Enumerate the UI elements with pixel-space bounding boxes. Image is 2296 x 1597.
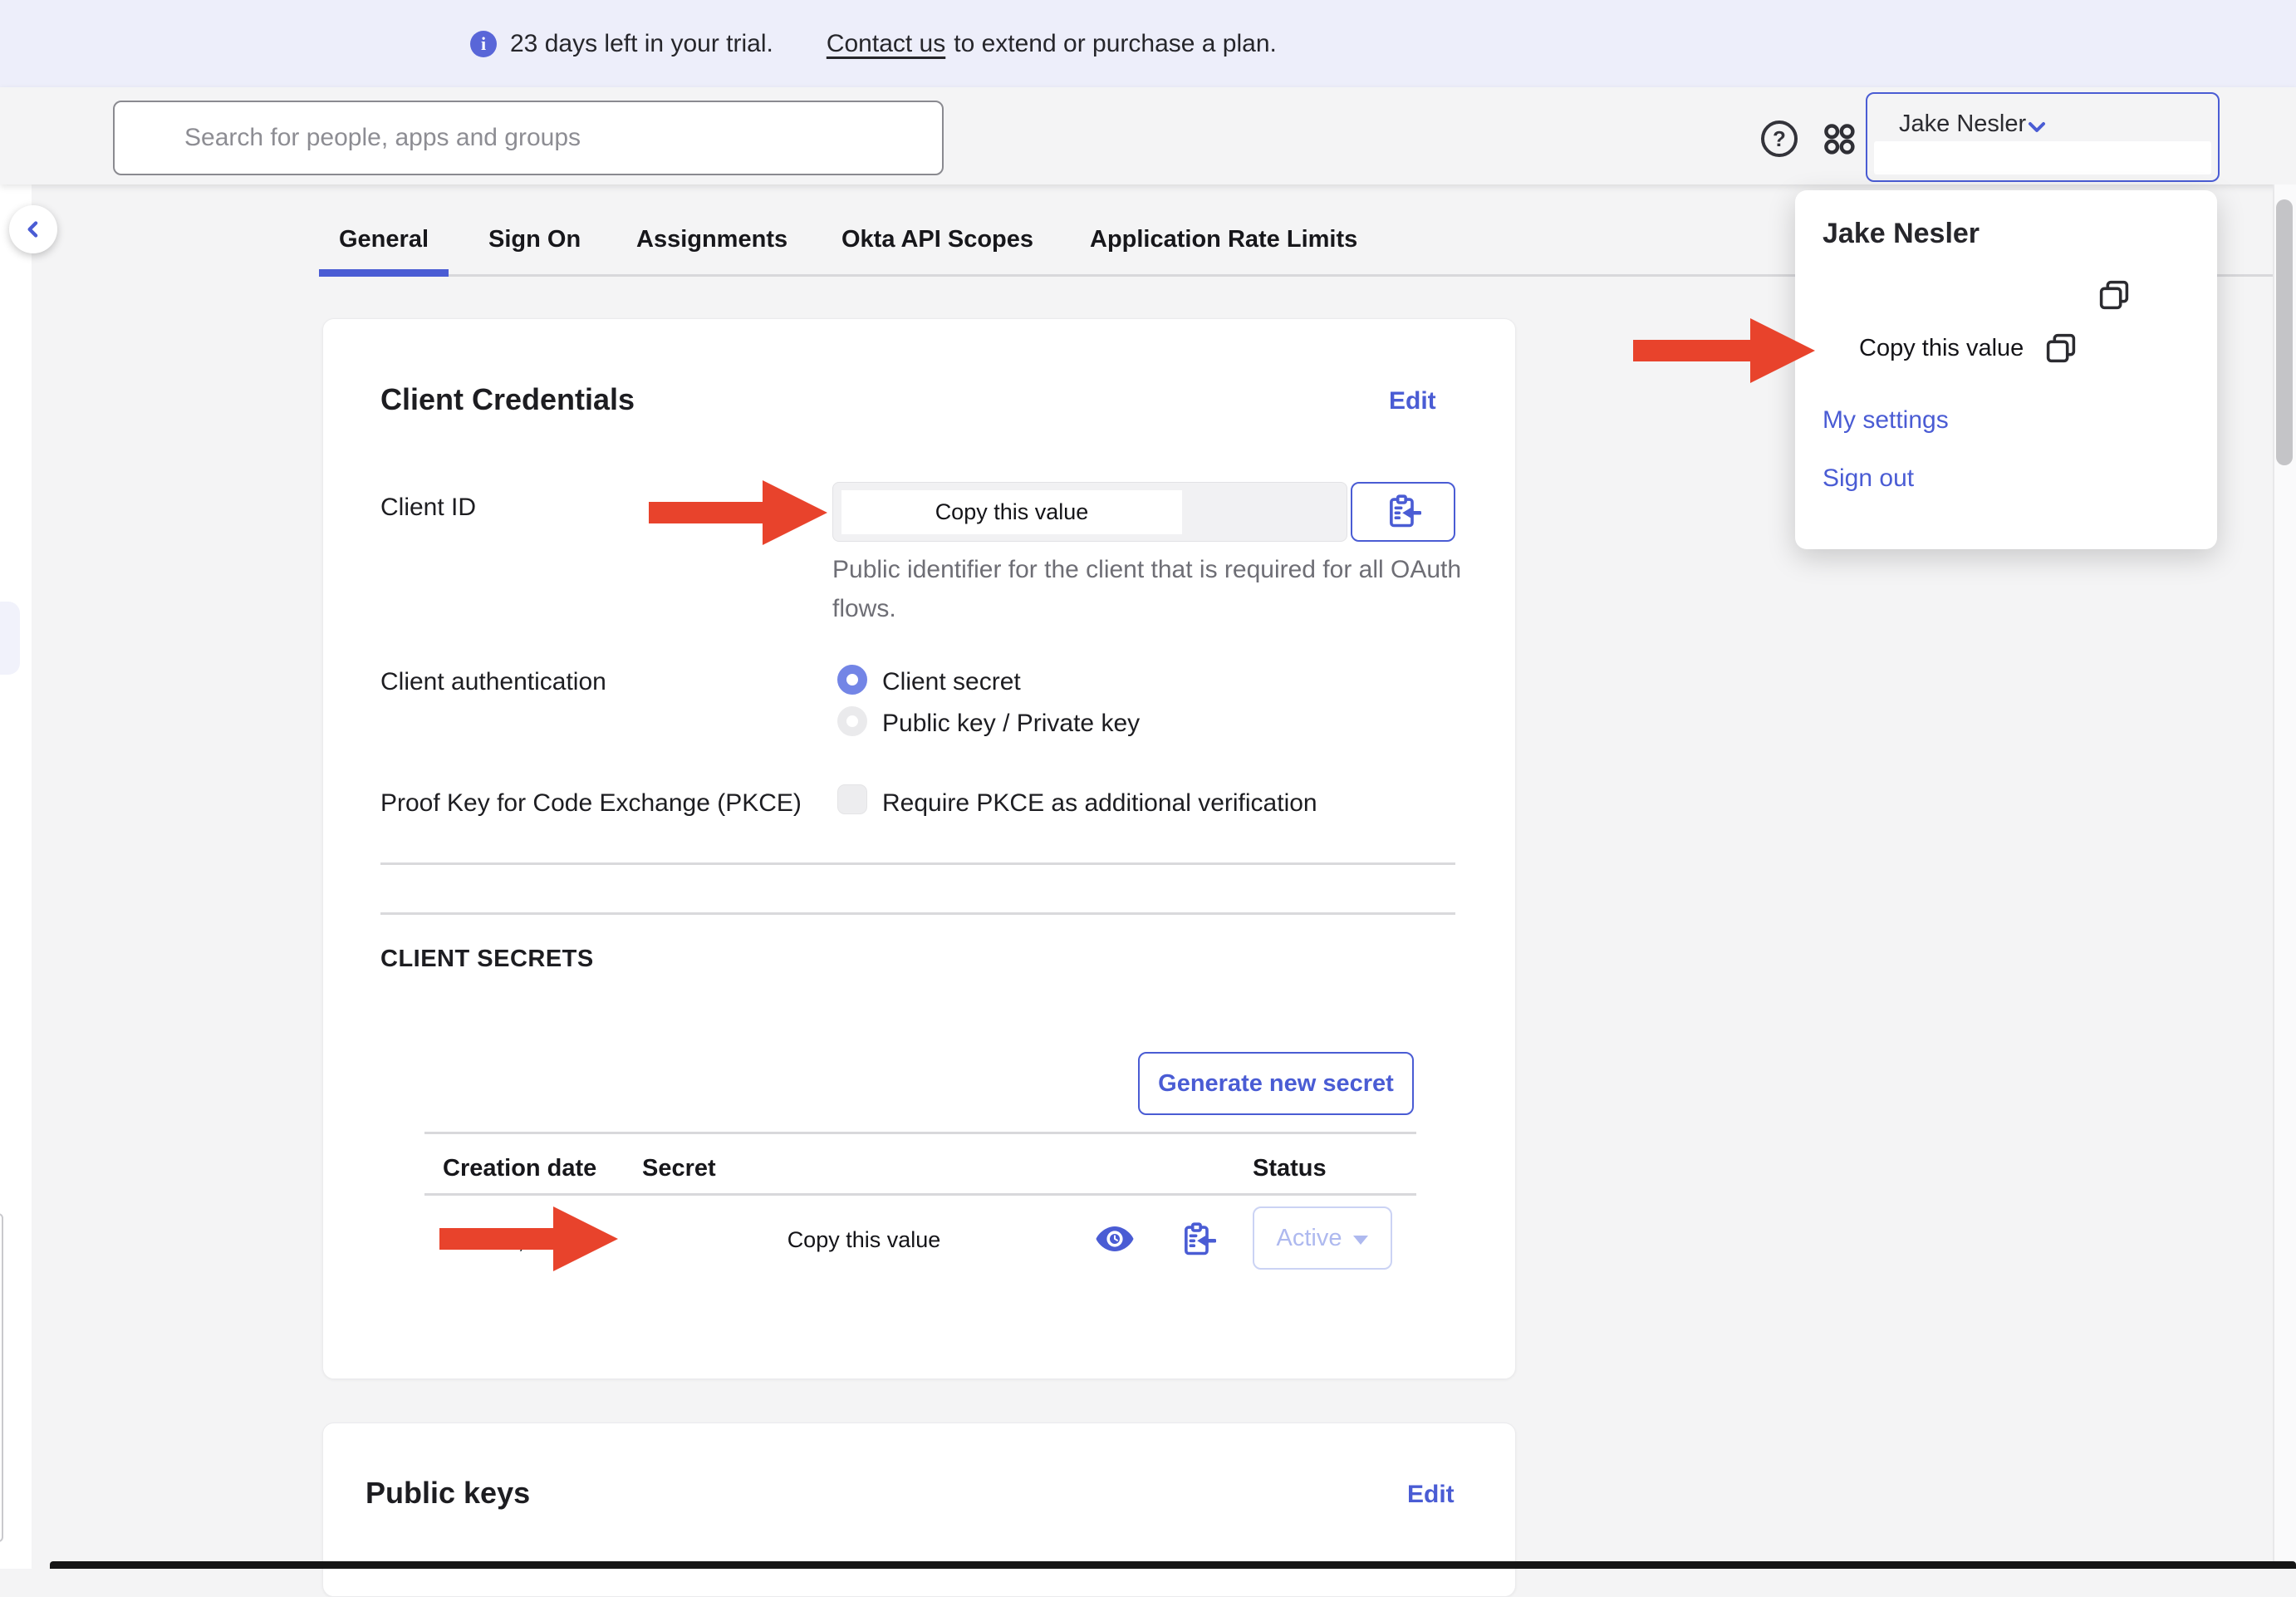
clipboard-copy-icon: [1385, 494, 1421, 530]
public-keys-edit-link[interactable]: Edit: [1407, 1481, 1455, 1509]
column-header-secret: Secret: [642, 1155, 716, 1182]
client-secrets-title: CLIENT SECRETS: [380, 946, 594, 973]
caret-down-icon: [1353, 1236, 1368, 1245]
copy-icon: [2097, 278, 2131, 312]
copy-icon: [2044, 332, 2078, 365]
copy-value-button[interactable]: [2044, 332, 2078, 365]
client-id-help-text: Public identifier for the client that is…: [832, 550, 1505, 628]
active-tab-indicator: [319, 269, 449, 277]
help-icon: ?: [1759, 119, 1799, 159]
chevron-left-icon: [21, 217, 46, 242]
pkce-option-label: Require PKCE as additional verification: [882, 789, 1317, 818]
tab-assignments[interactable]: Assignments: [636, 226, 787, 253]
search-input[interactable]: [113, 101, 944, 175]
radio-public-private-key[interactable]: [837, 706, 867, 736]
pkce-label: Proof Key for Code Exchange (PKCE): [380, 789, 802, 818]
client-id-redaction: Copy this value: [841, 490, 1182, 534]
sidebar-active-item[interactable]: [0, 602, 20, 675]
trial-banner-text: 23 days left in your trial.: [510, 30, 773, 58]
table-header-border: [424, 1193, 1416, 1196]
column-header-status: Status: [1253, 1155, 1327, 1182]
info-icon: i: [470, 31, 497, 57]
tab-sign-on[interactable]: Sign On: [488, 226, 581, 253]
eye-icon: [1095, 1225, 1135, 1253]
copy-secret-button[interactable]: [1180, 1221, 1216, 1258]
apps-grid-button[interactable]: [1819, 119, 1859, 159]
column-header-creation-date: Creation date: [443, 1155, 596, 1182]
client-credentials-title: Client Credentials: [380, 382, 635, 417]
generate-new-secret-button[interactable]: Generate new secret: [1138, 1052, 1414, 1115]
section-divider: [380, 862, 1455, 865]
secret-value-redaction: Copy this value: [773, 1221, 955, 1258]
copy-client-id-button[interactable]: [1351, 482, 1455, 542]
offscreen-panel-edge: [0, 1213, 3, 1542]
sign-out-link[interactable]: Sign out: [1823, 464, 1914, 493]
table-top-border: [424, 1132, 1416, 1134]
radio-client-secret-label: Client secret: [882, 668, 1021, 696]
client-id-label: Client ID: [380, 494, 476, 522]
help-button[interactable]: ?: [1759, 119, 1799, 159]
window-bottom-edge: [50, 1561, 2296, 1569]
tab-application-rate-limits[interactable]: Application Rate Limits: [1090, 226, 1357, 253]
tab-okta-api-scopes[interactable]: Okta API Scopes: [841, 226, 1033, 253]
radio-public-private-key-label: Public key / Private key: [882, 710, 1140, 738]
radio-client-secret[interactable]: [837, 665, 867, 695]
client-authentication-label: Client authentication: [380, 668, 606, 696]
user-dropdown-panel: Jake Nesler Copy this value My settings …: [1795, 190, 2217, 549]
redacted-account-id: [1874, 141, 2211, 174]
sidebar-collapse-button[interactable]: [9, 205, 57, 253]
redacted-email: [1820, 278, 2129, 317]
client-credentials-edit-link[interactable]: Edit: [1389, 387, 1436, 415]
copy-email-button[interactable]: [2097, 278, 2131, 312]
my-settings-link[interactable]: My settings: [1823, 406, 1949, 435]
status-badge: Active: [1277, 1225, 1342, 1252]
copy-value-redaction: Copy this value: [1859, 335, 2024, 362]
pkce-checkbox[interactable]: [837, 784, 867, 814]
trial-banner: i 23 days left in your trial. Contact us…: [0, 0, 2296, 87]
collapsed-sidebar: [0, 87, 32, 1569]
user-panel-name: Jake Nesler: [1823, 218, 1980, 250]
public-keys-title: Public keys: [365, 1476, 530, 1511]
chevron-down-icon: [2024, 114, 2050, 140]
svg-text:?: ?: [1773, 126, 1786, 151]
scrollbar-thumb[interactable]: [2276, 199, 2293, 465]
user-menu-button[interactable]: Jake Nesler: [1866, 92, 2220, 182]
contact-us-link[interactable]: Contact us: [827, 30, 945, 58]
tab-general[interactable]: General: [339, 226, 429, 253]
secret-status-dropdown[interactable]: Active: [1253, 1206, 1392, 1270]
section-divider: [380, 912, 1455, 915]
trial-banner-text-2: to extend or purchase a plan.: [954, 30, 1277, 58]
client-id-field: Copy this value: [832, 482, 1347, 542]
apps-grid-icon: [1819, 119, 1859, 159]
top-header: ? Jake Nesler: [0, 87, 2296, 184]
user-name: Jake Nesler: [1899, 111, 2026, 138]
reveal-secret-button[interactable]: [1095, 1225, 1135, 1253]
clipboard-copy-icon: [1180, 1221, 1216, 1258]
